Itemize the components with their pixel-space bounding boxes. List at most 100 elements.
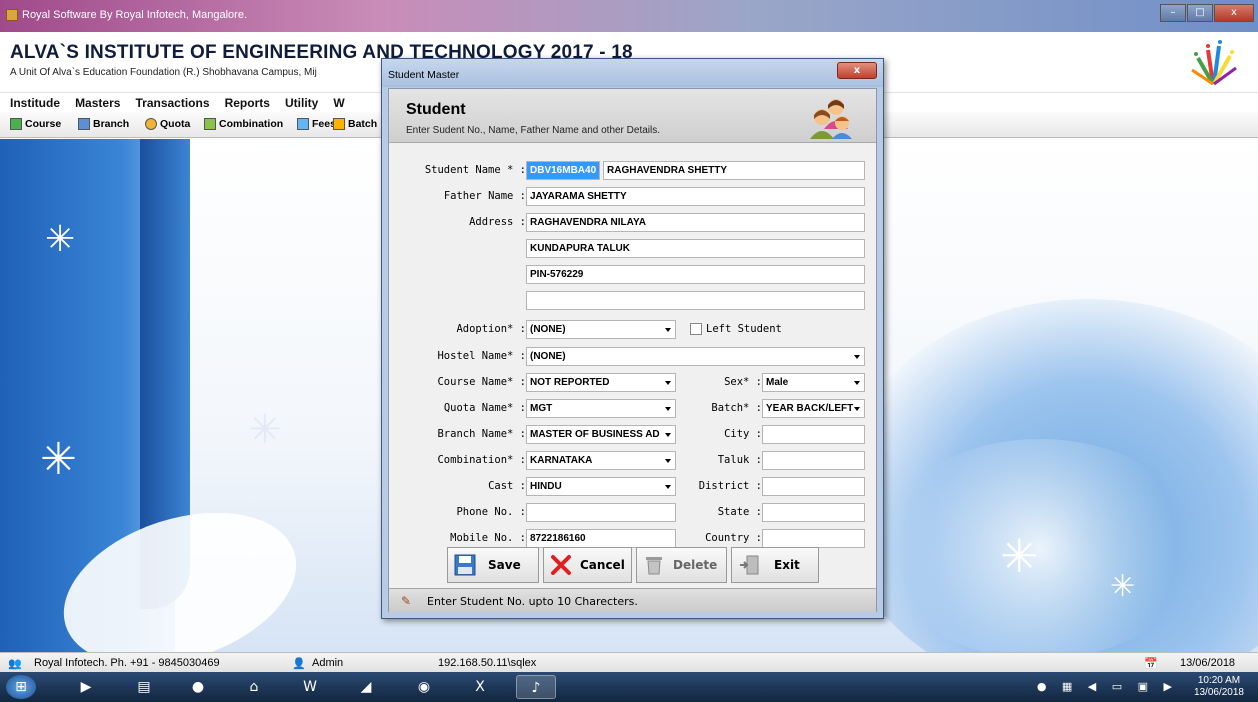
- menu-utility[interactable]: Utility: [285, 96, 318, 110]
- close-button[interactable]: x: [1214, 4, 1254, 22]
- label-mobile: Mobile No. :: [450, 532, 526, 544]
- toolbar-course-label: Course: [25, 118, 62, 130]
- menu-masters[interactable]: Masters: [75, 96, 120, 110]
- taskbar-home-icon[interactable]: ⌂: [234, 675, 274, 699]
- menu-window[interactable]: W: [333, 96, 344, 110]
- taskbar-clock[interactable]: 10:20 AM 13/06/2018: [1194, 675, 1244, 699]
- toolbar-branch-button[interactable]: Branch: [78, 118, 129, 130]
- app-icon: [6, 9, 18, 21]
- toolbar-course-button[interactable]: Course: [10, 118, 61, 130]
- sex-select[interactable]: Male: [762, 373, 865, 392]
- mobile-input[interactable]: 8722186160: [526, 529, 676, 548]
- save-icon: [452, 552, 478, 578]
- toolbar-combination-label: Combination: [219, 118, 284, 130]
- batch-icon: [333, 118, 345, 130]
- app-title: Royal Software By Royal Infotech, Mangal…: [22, 9, 248, 21]
- taskbar-date: 13/06/2018: [1193, 687, 1244, 698]
- toolbar-branch-label: Branch: [93, 118, 130, 130]
- toolbar-batch-button[interactable]: Batch: [333, 118, 377, 130]
- branch-select[interactable]: MASTER OF BUSINESS AD: [526, 425, 676, 444]
- sparkle-icon: ✳: [248, 407, 282, 453]
- toolbar-fees-button[interactable]: Fees: [297, 118, 336, 130]
- batch-select[interactable]: YEAR BACK/LEFT: [762, 399, 865, 418]
- hostel-select[interactable]: (NONE): [526, 347, 865, 366]
- toolbar-quota-button[interactable]: Quota: [145, 118, 190, 130]
- trash-icon: [641, 552, 667, 578]
- dialog-body: Student Enter Sudent No., Name, Father N…: [388, 88, 877, 612]
- country-input[interactable]: [762, 529, 865, 548]
- dialog-status-bar: ✎ Enter Student No. upto 10 Charecters.: [389, 588, 876, 612]
- city-input[interactable]: [762, 425, 865, 444]
- label-taluk: Taluk :: [717, 454, 762, 466]
- pencil-icon: ✎: [401, 594, 412, 608]
- combination-icon: [204, 118, 216, 130]
- adoption-select[interactable]: (NONE): [526, 320, 676, 339]
- institute-subtitle: A Unit Of Alva`s Education Foundation (R…: [10, 67, 317, 78]
- taskbar-chrome-icon[interactable]: ◉: [404, 675, 444, 699]
- label-father-name: Father Name :: [443, 190, 526, 202]
- window-controls: – □ x: [1159, 4, 1254, 22]
- exit-door-icon: [736, 552, 762, 578]
- father-name-input[interactable]: JAYARAMA SHETTY: [526, 187, 865, 206]
- taskbar-notes-icon[interactable]: ◢: [346, 675, 386, 699]
- background-glow: [880, 439, 1200, 652]
- course-select[interactable]: NOT REPORTED: [526, 373, 676, 392]
- dialog-header: Student Enter Sudent No., Name, Father N…: [389, 89, 876, 143]
- address-line3-input[interactable]: PIN-576229: [526, 265, 865, 284]
- app-titlebar: Royal Software By Royal Infotech, Mangal…: [0, 0, 1258, 32]
- quota-icon: [145, 118, 157, 130]
- phone-input[interactable]: [526, 503, 676, 522]
- sparkle-icon: ✳: [1110, 569, 1136, 604]
- district-input[interactable]: [762, 477, 865, 496]
- taskbar-word-icon[interactable]: W: [290, 675, 330, 699]
- state-input[interactable]: [762, 503, 865, 522]
- delete-label: Delete: [673, 558, 718, 572]
- minimize-button[interactable]: –: [1160, 4, 1186, 22]
- taskbar-royal-app-icon[interactable]: ♪: [516, 675, 556, 699]
- cancel-button[interactable]: Cancel: [543, 547, 632, 583]
- cast-select[interactable]: HINDU: [526, 477, 676, 496]
- dialog-titlebar[interactable]: Student Master x: [382, 59, 883, 87]
- sparkle-icon: ✳: [40, 434, 77, 485]
- address-line2-input[interactable]: KUNDAPURA TALUK: [526, 239, 865, 258]
- menu-reports[interactable]: Reports: [225, 96, 270, 110]
- admin-icon: 👤: [292, 658, 306, 670]
- toolbar-combination-button[interactable]: Combination: [204, 118, 283, 130]
- branch-icon: [78, 118, 90, 130]
- label-city: City :: [724, 428, 762, 440]
- address-line1-input[interactable]: RAGHAVENDRA NILAYA: [526, 213, 865, 232]
- menu-institude[interactable]: Institude: [10, 96, 60, 110]
- start-button[interactable]: ⊞: [6, 675, 36, 699]
- status-server: 192.168.50.11\sqlex: [438, 657, 537, 669]
- taskbar-media-icon[interactable]: ▶: [66, 675, 106, 699]
- taluk-input[interactable]: [762, 451, 865, 470]
- student-name-input[interactable]: RAGHAVENDRA SHETTY: [603, 161, 865, 180]
- student-no-input[interactable]: DBV16MBA40: [526, 161, 600, 180]
- save-button[interactable]: Save: [447, 547, 539, 583]
- sparkle-icon: ✳: [1000, 529, 1039, 583]
- maximize-button[interactable]: □: [1187, 4, 1213, 22]
- label-country: Country :: [705, 532, 762, 544]
- label-batch: Batch* :: [711, 402, 762, 414]
- save-label: Save: [488, 558, 521, 572]
- taskbar-folder-icon[interactable]: ▤: [124, 675, 164, 699]
- taskbar-time: 10:20 AM: [1197, 675, 1241, 686]
- address-line4-input[interactable]: [526, 291, 865, 310]
- exit-button[interactable]: Exit: [731, 547, 819, 583]
- combination-select[interactable]: KARNATAKA: [526, 451, 676, 470]
- label-combination: Combination* :: [437, 454, 526, 466]
- taskbar-firefox-icon[interactable]: ●: [178, 675, 218, 699]
- quota-select[interactable]: MGT: [526, 399, 676, 418]
- taskbar-excel-icon[interactable]: X: [460, 675, 500, 699]
- dialog-close-button[interactable]: x: [837, 62, 877, 79]
- sparkle-icon: ✳: [45, 219, 76, 260]
- label-address: Address :: [469, 216, 526, 228]
- delete-button[interactable]: Delete: [636, 547, 727, 583]
- status-date: 13/06/2018: [1180, 657, 1236, 669]
- label-left-student: Left Student: [706, 323, 782, 335]
- label-state: State :: [717, 506, 762, 518]
- menu-transactions[interactable]: Transactions: [135, 96, 209, 110]
- left-student-checkbox[interactable]: [690, 323, 702, 335]
- dialog-title: Student Master: [388, 69, 460, 81]
- taskbar: ⊞ ▶ ▤ ● ⌂ W ◢ ◉ X ♪ ● ▦ ◀ ▭ ▣ ▶ 10:20 AM…: [0, 672, 1258, 702]
